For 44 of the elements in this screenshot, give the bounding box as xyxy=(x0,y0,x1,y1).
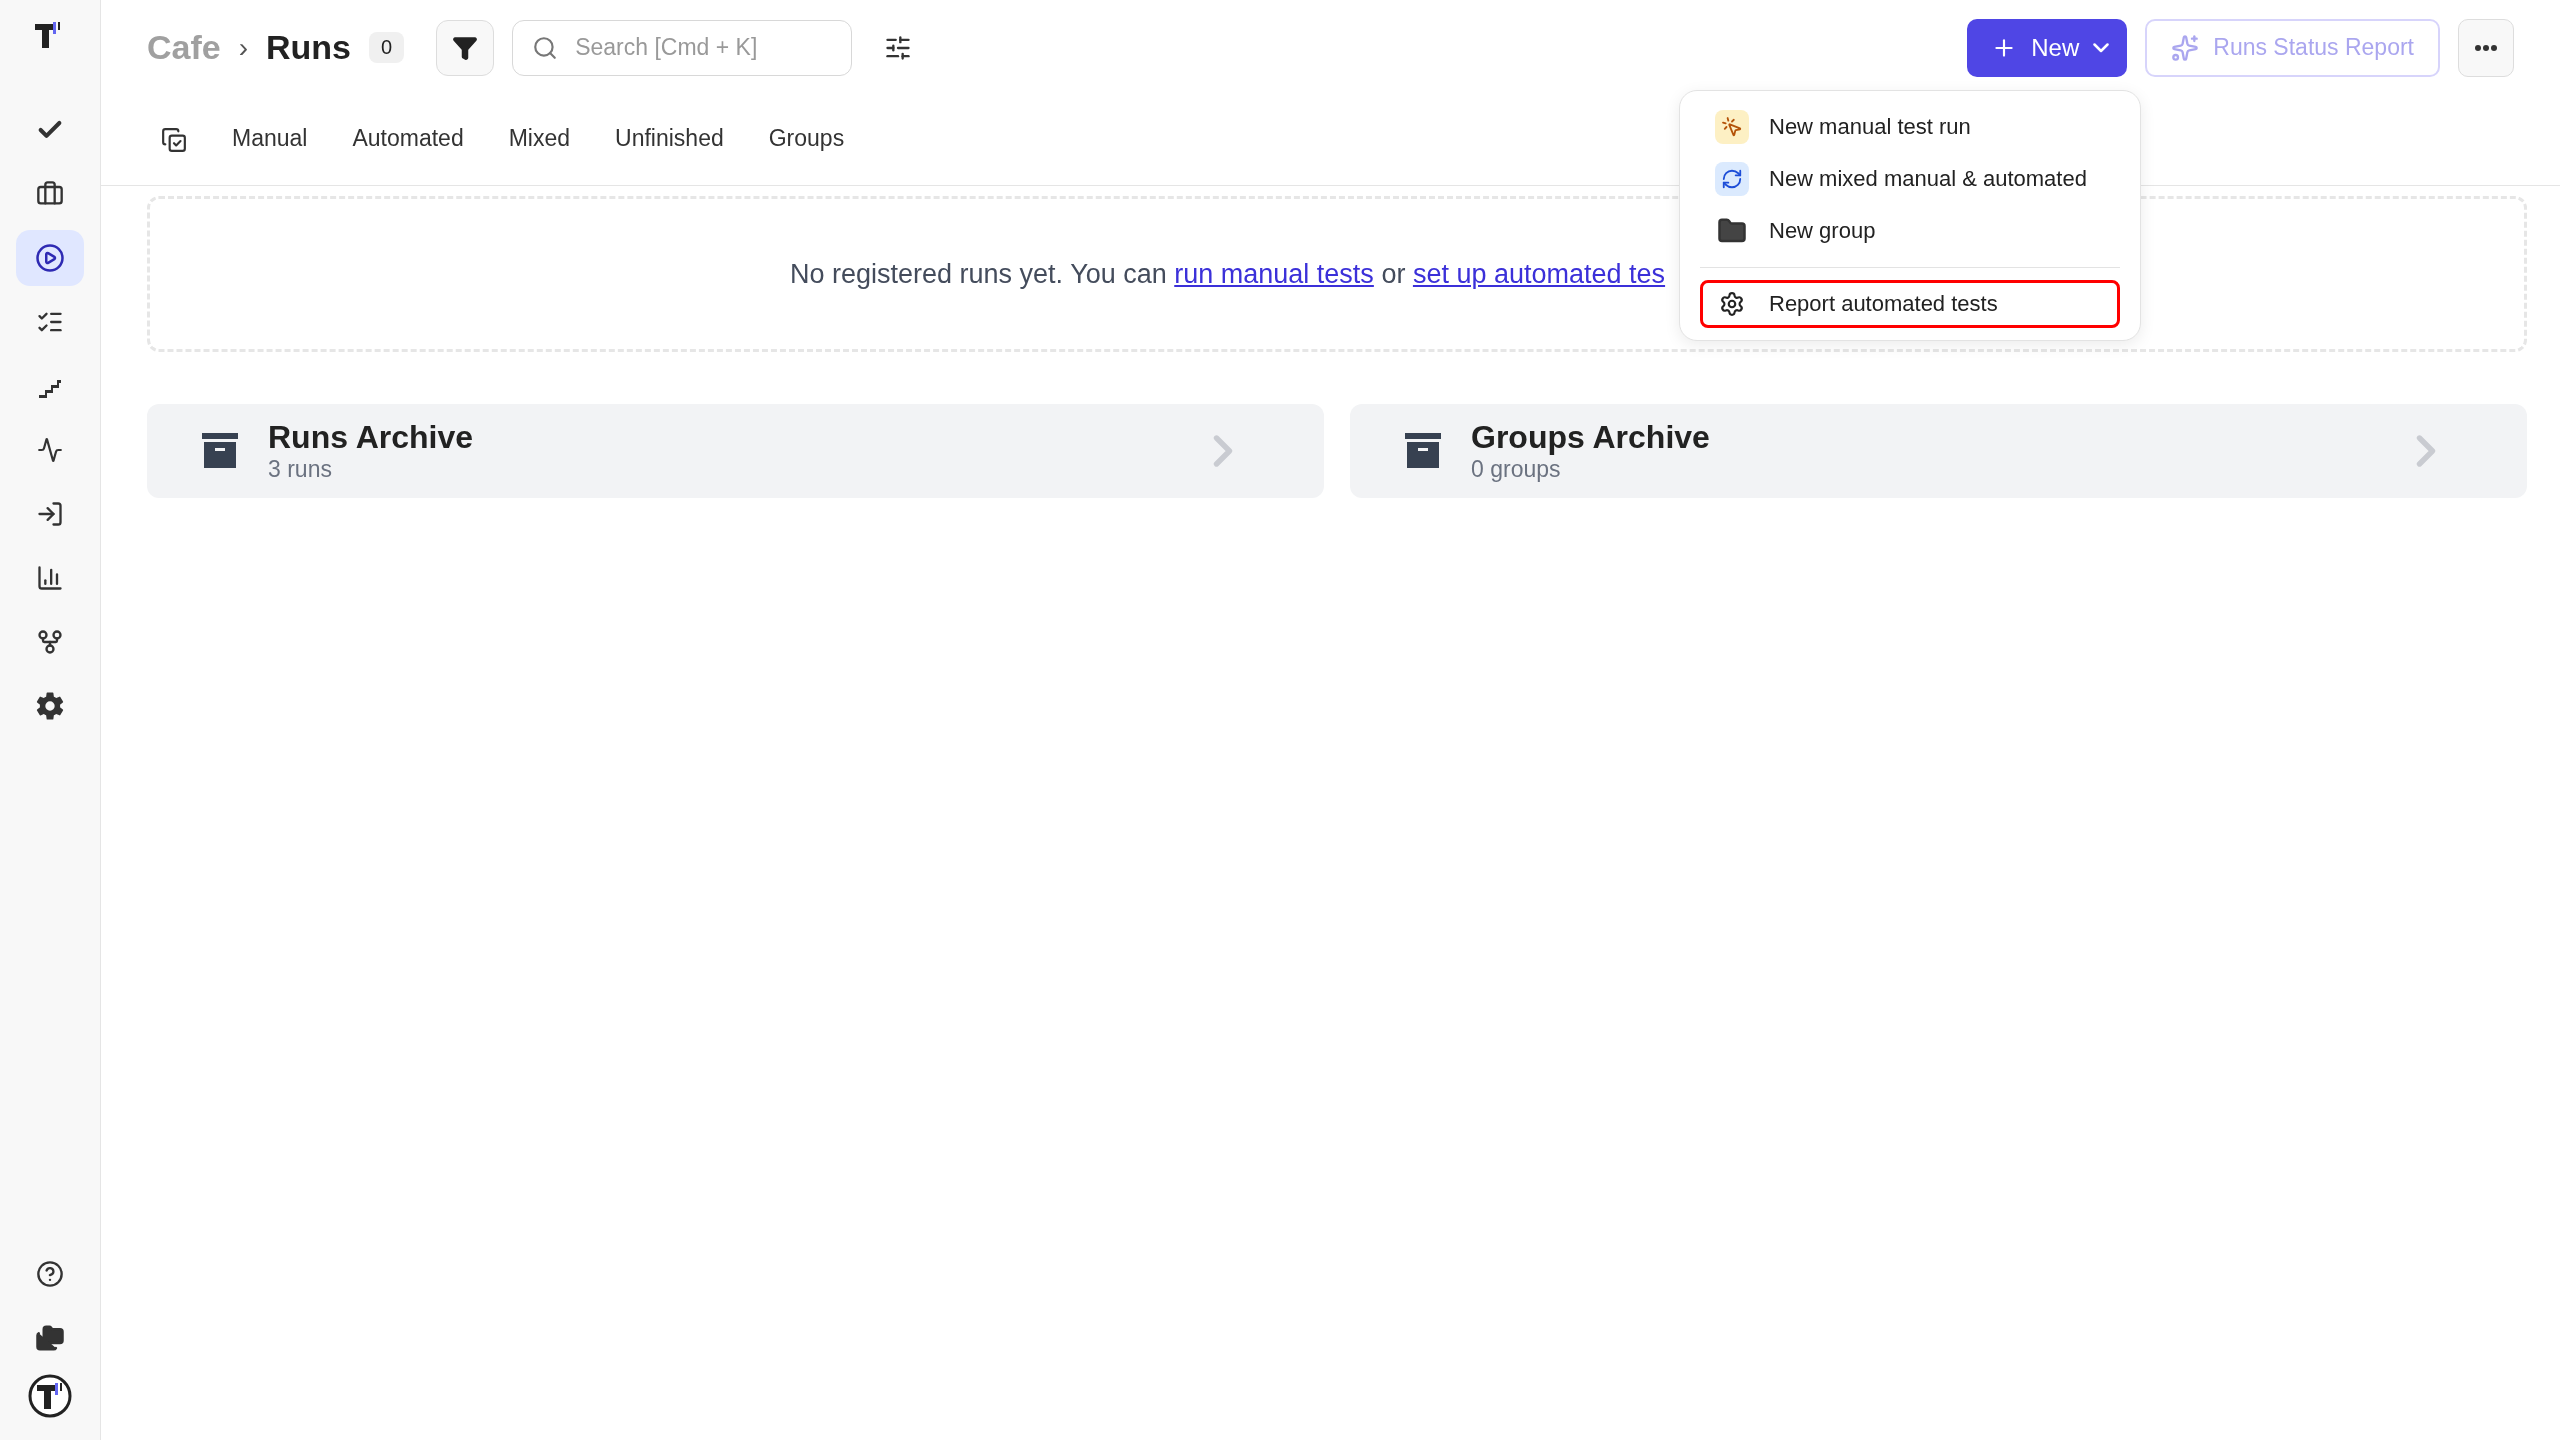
ellipsis-icon xyxy=(2475,44,2497,51)
profile-avatar-icon[interactable] xyxy=(28,1374,72,1418)
tab[interactable]: Manual xyxy=(232,117,308,163)
play-circle-icon xyxy=(35,243,65,273)
card-title: Groups Archive xyxy=(1471,419,1711,456)
new-button[interactable]: New xyxy=(1967,18,2128,77)
settings-icon xyxy=(35,691,65,721)
import-icon xyxy=(36,500,64,528)
card-subtitle: 3 runs xyxy=(268,456,333,483)
caret-icon xyxy=(2093,42,2110,53)
fork-icon xyxy=(36,628,64,656)
tab[interactable]: Groups xyxy=(768,117,845,163)
tab[interactable]: Unfinished xyxy=(615,117,724,163)
sync-arrows-icon xyxy=(1715,162,1749,196)
briefcase-icon xyxy=(36,180,64,208)
run-manual-tests-link[interactable]: run manual tests xyxy=(1174,258,1374,289)
sidebar-item[interactable] xyxy=(16,230,84,286)
page-title: Runs xyxy=(266,28,352,67)
archive-card[interactable]: Groups Archive 0 groups xyxy=(1350,404,2527,498)
cursor-click-icon xyxy=(1715,110,1749,144)
count-badge: 0 xyxy=(369,32,405,63)
filter-button[interactable] xyxy=(436,19,495,76)
breadcrumb-separator: › xyxy=(238,31,249,64)
more-button[interactable] xyxy=(2458,18,2514,77)
card-subtitle: 0 groups xyxy=(1471,456,1562,483)
archive-box-icon xyxy=(202,433,238,469)
tab[interactable]: Mixed xyxy=(508,117,571,163)
menu-item[interactable]: Report automated tests xyxy=(1700,280,2120,328)
sparkles-icon xyxy=(2171,33,2200,62)
automated-tests-link[interactable]: set up automated tes xyxy=(1412,258,1666,289)
empty-message: No registered runs yet. You can run manual tests or set up automated tes xyxy=(790,258,1666,290)
bar-chart-icon xyxy=(36,564,64,592)
pulse-icon xyxy=(37,437,63,463)
archive-card[interactable]: Runs Archive 3 runs xyxy=(147,404,1324,498)
tab[interactable]: Automated xyxy=(352,117,464,163)
card-title: Runs Archive xyxy=(268,419,475,456)
sliders-icon[interactable] xyxy=(884,33,913,62)
filter-icon xyxy=(452,34,479,61)
folders-icon xyxy=(35,1323,65,1353)
search-field[interactable]: Search [Cmd + K] xyxy=(512,19,853,76)
search-icon xyxy=(532,34,559,61)
help-icon xyxy=(36,1260,64,1288)
archive-box-icon xyxy=(1405,433,1441,469)
select-icon[interactable] xyxy=(161,127,187,153)
